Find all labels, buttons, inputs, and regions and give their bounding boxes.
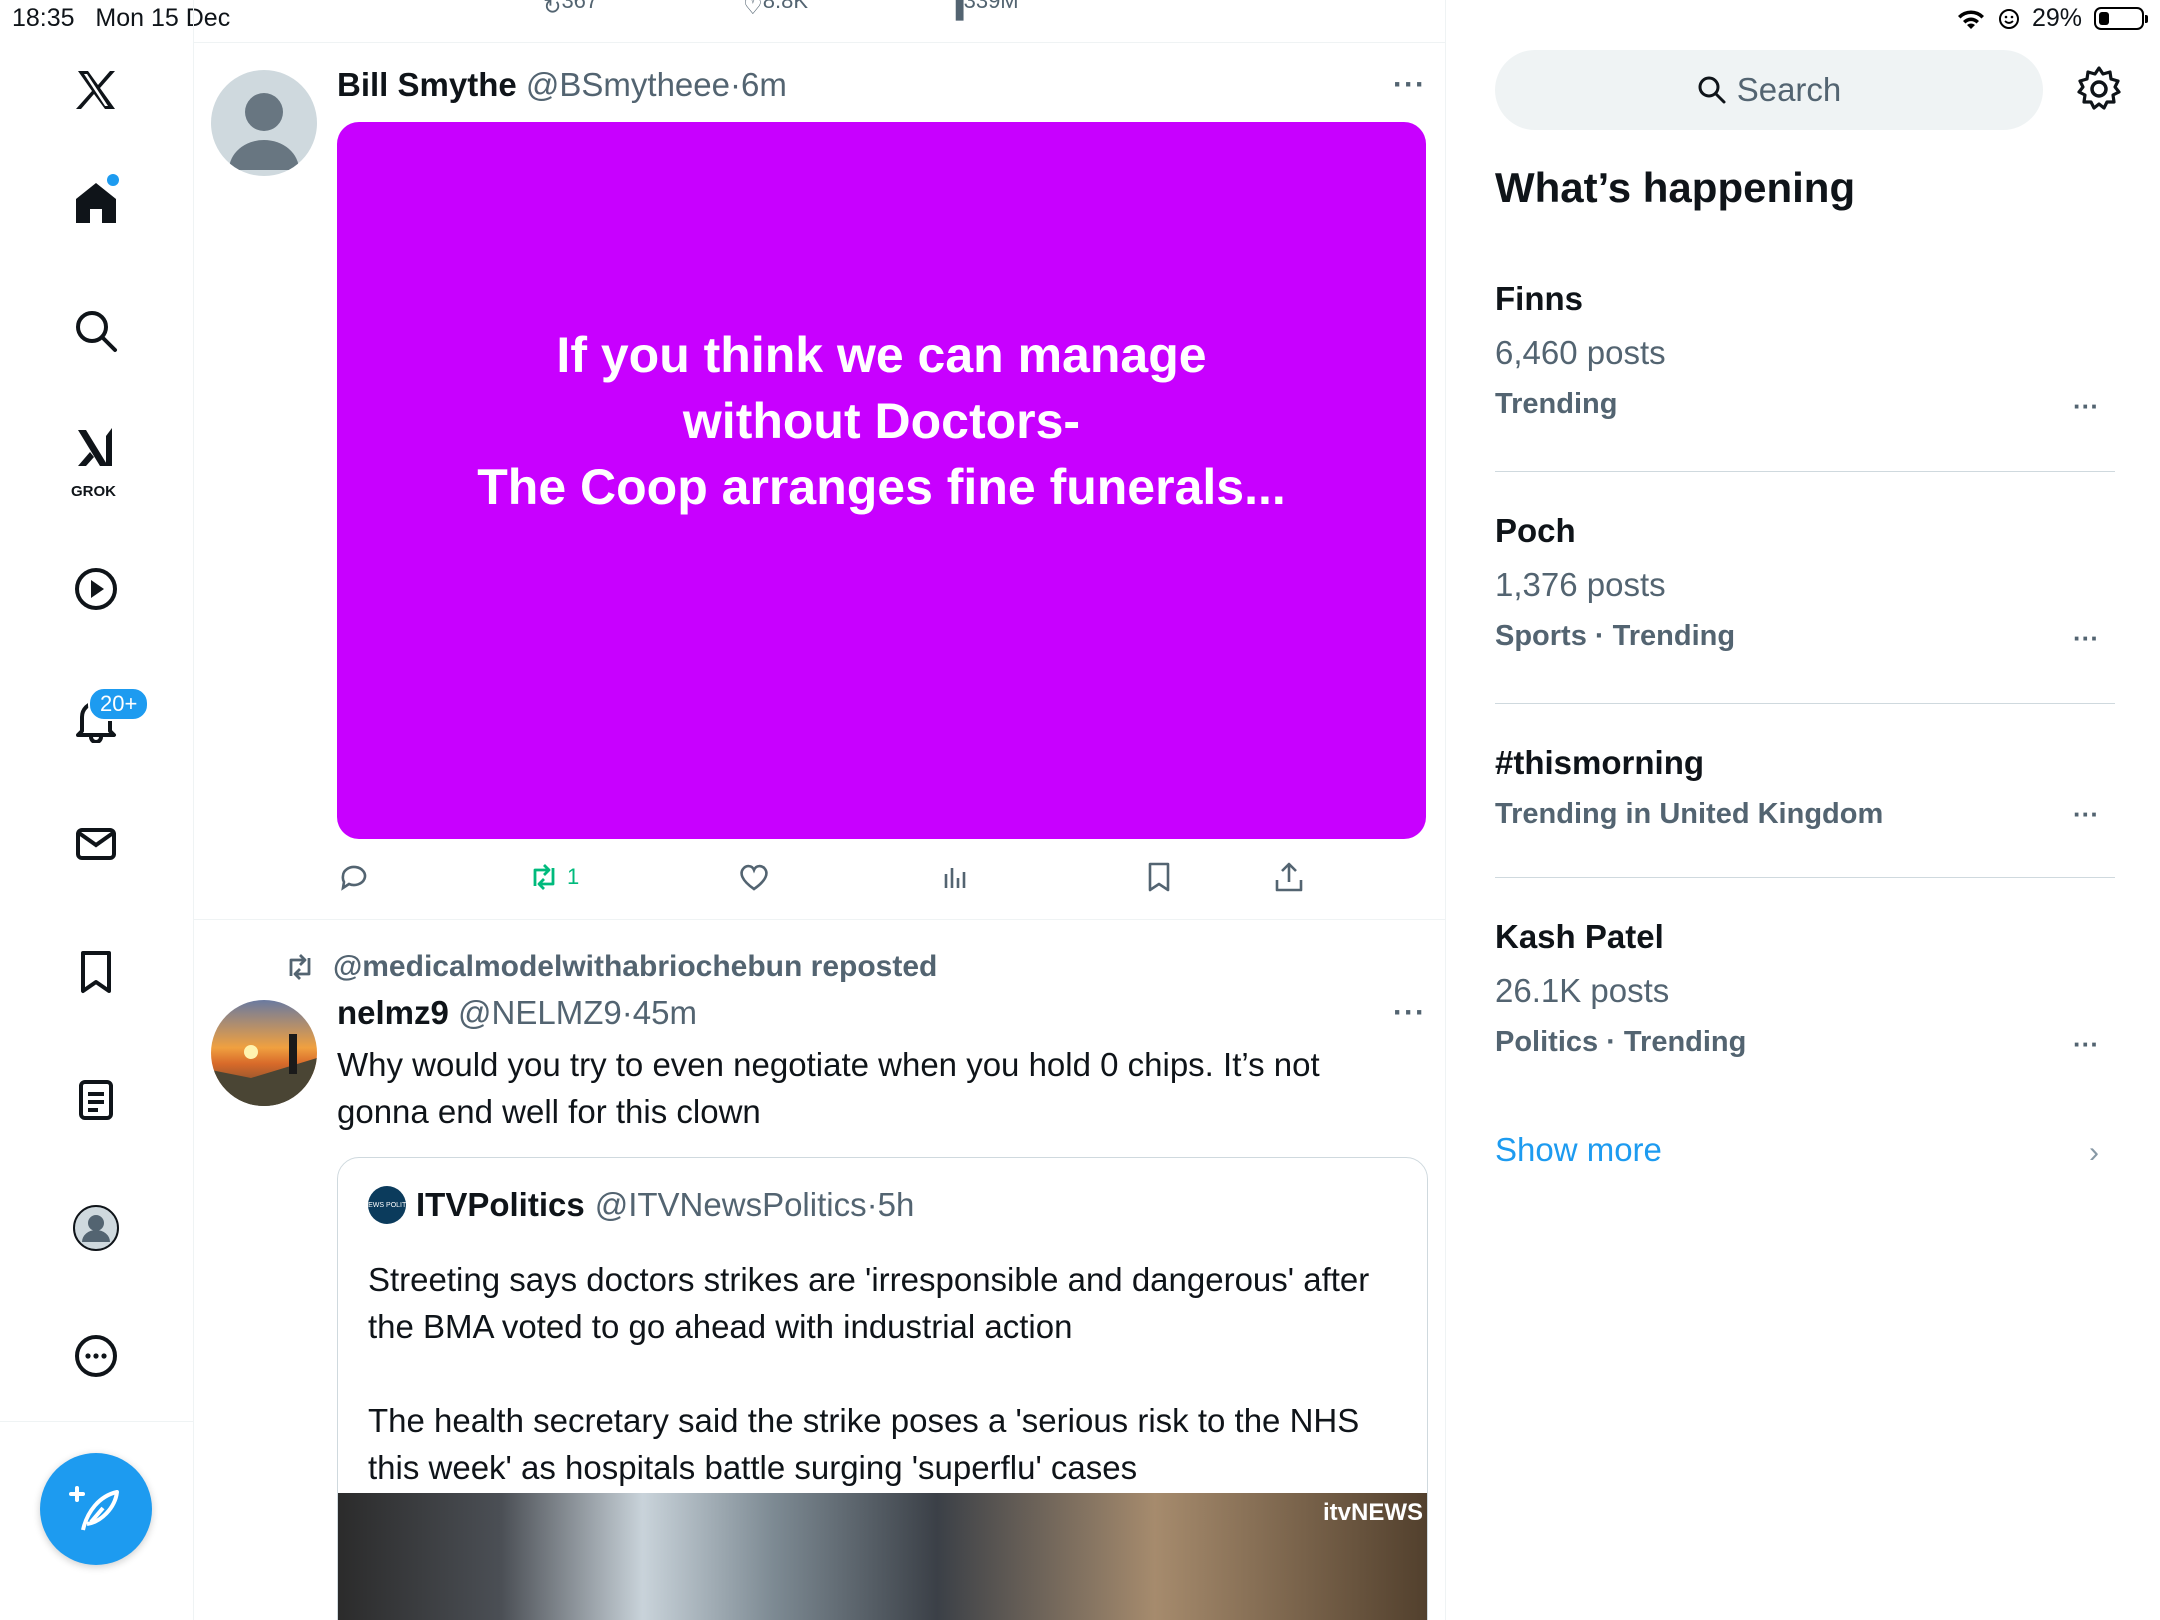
bookmarks-icon[interactable] bbox=[58, 934, 134, 1010]
author-handle[interactable]: @NELMZ9 bbox=[458, 994, 622, 1031]
itv-politics-avatar: itvNEWS POLITICS bbox=[356, 1186, 418, 1224]
tweet[interactable]: @medicalmodelwithabriochebun reposted ne… bbox=[193, 920, 1445, 1620]
trend-more-button[interactable]: ··· bbox=[2073, 623, 2099, 654]
divider bbox=[1495, 877, 2115, 878]
tweet-author-line: nelmz9 @NELMZ9·45m bbox=[337, 994, 697, 1031]
repost-icon bbox=[289, 954, 311, 980]
repost-indicator: @medicalmodelwithabriochebun reposted bbox=[283, 950, 937, 984]
profile-avatar-icon[interactable] bbox=[58, 1190, 134, 1266]
tweet-actions: 1 bbox=[337, 860, 1337, 900]
trend-more-button[interactable]: ··· bbox=[2073, 1029, 2099, 1060]
prev-like-count[interactable]: ♡ 8.8K bbox=[743, 0, 808, 20]
search-input[interactable]: Search bbox=[1495, 50, 2043, 130]
tweet-time[interactable]: 45m bbox=[633, 994, 697, 1031]
itv-news-watermark: itvNEWS bbox=[1322, 1499, 1423, 1526]
views-button[interactable] bbox=[939, 860, 973, 894]
trend-posts: 1,376 posts bbox=[1495, 566, 1666, 603]
home-unread-dot bbox=[107, 174, 119, 186]
avatar[interactable] bbox=[211, 1000, 317, 1106]
share-button[interactable] bbox=[1272, 860, 1306, 894]
x-logo-icon[interactable] bbox=[58, 52, 134, 128]
trend-item[interactable]: Kash Patel 26.1K posts Politics · Trendi… bbox=[1495, 918, 2115, 1060]
trend-more-button[interactable]: ··· bbox=[2073, 391, 2099, 422]
settings-gear-icon[interactable] bbox=[2074, 64, 2124, 114]
notifications-badge: 20+ bbox=[88, 687, 150, 721]
whats-happening-heading: What’s happening bbox=[1495, 164, 1856, 211]
reply-button[interactable] bbox=[337, 860, 371, 894]
quoted-author-name: ITVPolitics bbox=[416, 1186, 585, 1223]
chevron-right-icon: › bbox=[2089, 1136, 2099, 1169]
retweet-button[interactable]: 1 bbox=[527, 860, 579, 894]
tweet-author-line: Bill Smythe @BSmytheee·6m bbox=[337, 66, 787, 103]
trend-item[interactable]: Finns 6,460 posts Trending ··· bbox=[1495, 280, 2115, 422]
tweet-text: Why would you try to even negotiate when… bbox=[337, 1046, 1320, 1130]
share-icon bbox=[1275, 862, 1303, 892]
trend-more-button[interactable]: ··· bbox=[2073, 799, 2099, 830]
previous-tweet-actions: ↻ 367 ♡ 8.8K ▐ 339M bbox=[193, 0, 1445, 43]
show-more-link[interactable]: Show more bbox=[1495, 1131, 1662, 1169]
nav-divider bbox=[0, 1421, 193, 1422]
tweet-image-text: If you think we can manage without Docto… bbox=[477, 326, 1286, 515]
trend-name: Kash Patel bbox=[1495, 918, 1664, 955]
views-chart-icon bbox=[944, 868, 966, 888]
avatar[interactable] bbox=[211, 70, 317, 176]
bookmark-button[interactable] bbox=[1142, 860, 1176, 894]
trend-posts: 6,460 posts bbox=[1495, 334, 1666, 371]
lists-icon[interactable] bbox=[58, 1062, 134, 1138]
trend-item[interactable]: #thismorning Trending in United Kingdom … bbox=[1495, 744, 2115, 830]
author-handle[interactable]: @BSmytheee bbox=[526, 66, 730, 103]
tweet-image[interactable]: If you think we can manage without Docto… bbox=[337, 122, 1426, 839]
tweet-more-button[interactable]: ··· bbox=[1393, 996, 1426, 1030]
divider bbox=[1495, 471, 2115, 472]
author-name[interactable]: Bill Smythe bbox=[337, 66, 517, 103]
quoted-tweet[interactable]: itvNEWS POLITICS ITVPolitics @ITVNewsPol… bbox=[337, 1157, 1428, 1620]
video-play-icon[interactable] bbox=[58, 551, 134, 627]
trend-name: #thismorning bbox=[1495, 744, 1705, 781]
trend-item[interactable]: Poch 1,376 posts Sports · Trending ··· bbox=[1495, 512, 2115, 654]
retweet-icon bbox=[533, 864, 555, 890]
trend-context: Sports · Trending bbox=[1495, 620, 1736, 652]
trend-posts: 26.1K posts bbox=[1495, 972, 1670, 1009]
trend-name: Poch bbox=[1495, 512, 1576, 549]
quoted-text: Streeting says doctors strikes are 'irre… bbox=[368, 1261, 1370, 1486]
trend-name: Finns bbox=[1495, 280, 1583, 317]
trend-context: Trending in United Kingdom bbox=[1495, 798, 1884, 830]
tweet-more-button[interactable]: ··· bbox=[1393, 68, 1426, 102]
left-nav: GROK 20+ bbox=[0, 0, 194, 1620]
tweet[interactable]: Bill Smythe @BSmytheee·6m ··· If you thi… bbox=[193, 42, 1445, 920]
repost-by-text[interactable]: @medicalmodelwithabriochebun reposted bbox=[333, 950, 937, 984]
home-icon[interactable] bbox=[58, 165, 134, 241]
grok-icon[interactable] bbox=[58, 410, 134, 486]
compose-post-button[interactable] bbox=[40, 1453, 152, 1565]
heart-icon bbox=[740, 864, 768, 891]
tweet-time[interactable]: 6m bbox=[741, 66, 787, 103]
retweet-count: 1 bbox=[567, 864, 580, 889]
quoted-author-line: itvNEWS POLITICS ITVPolitics @ITVNewsPol… bbox=[356, 1186, 915, 1224]
reply-icon bbox=[341, 865, 367, 891]
prev-view-count[interactable]: ▐ 339M bbox=[948, 0, 1019, 20]
search-icon bbox=[1698, 76, 1726, 104]
messages-envelope-icon[interactable] bbox=[58, 806, 134, 882]
like-button[interactable] bbox=[737, 860, 771, 894]
compose-feather-icon bbox=[69, 1486, 119, 1531]
bookmark-icon bbox=[1148, 862, 1170, 892]
divider bbox=[1495, 703, 2115, 704]
timeline: ↻ 367 ♡ 8.8K ▐ 339M Bill Smythe @BSmythe… bbox=[193, 0, 1446, 1620]
prev-retweet-count[interactable]: ↻ 367 bbox=[543, 0, 598, 20]
trend-context: Politics · Trending bbox=[1495, 1026, 1747, 1058]
search-icon[interactable] bbox=[58, 293, 134, 369]
quoted-author-handle: @ITVNewsPolitics·5h bbox=[594, 1186, 915, 1223]
search-placeholder: Search bbox=[1736, 71, 1842, 108]
right-sidebar: Search What’s happening Finns 6,460 post… bbox=[1446, 0, 2160, 1620]
author-name[interactable]: nelmz9 bbox=[337, 994, 449, 1031]
trend-context: Trending bbox=[1495, 388, 1618, 420]
quoted-media-image[interactable]: itvNEWS bbox=[338, 1493, 1427, 1620]
more-options-icon[interactable] bbox=[58, 1318, 134, 1394]
grok-label: GROK bbox=[71, 483, 116, 500]
